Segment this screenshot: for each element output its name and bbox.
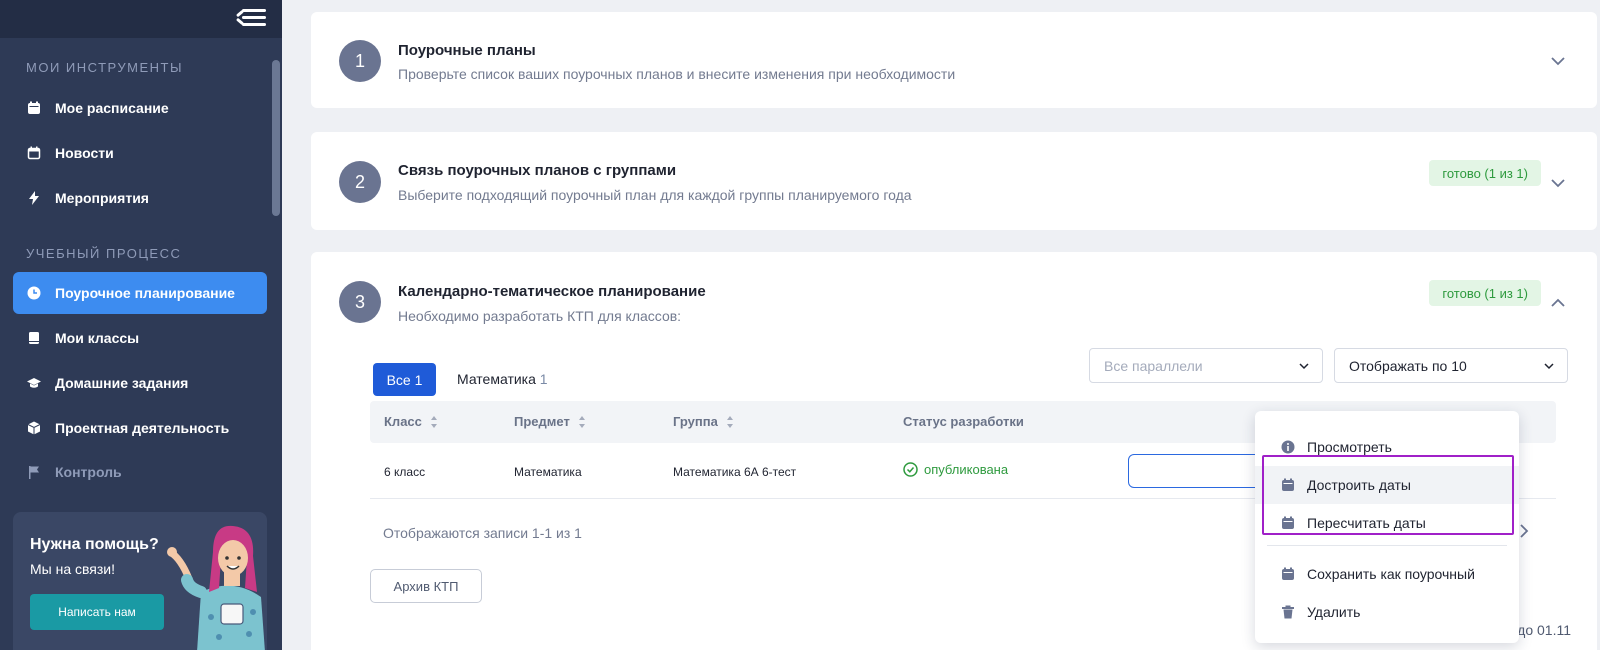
step-card-2: 2 Связь поурочных планов с группами Выбе… [311,132,1597,230]
column-header-label: Класс [384,414,422,429]
step-number: 2 [339,161,381,203]
info-icon [1281,440,1295,454]
trash-icon [1281,605,1295,619]
cell-subject: Математика [514,465,582,479]
menu-item-label: Просмотреть [1307,439,1392,455]
book-icon [27,331,41,345]
calendar-icon [1281,516,1295,530]
tab-math[interactable]: Математика 1 [457,371,548,387]
menu-item-label: Удалить [1307,604,1361,620]
step-card-1: 1 Поурочные планы Проверьте список ваших… [311,12,1597,108]
section-title-tools: МОИ ИНСТРУМЕНТЫ [26,60,184,75]
row-actions-menu: Просмотреть Достроить даты Пересчитать д… [1255,411,1519,643]
per-page-select[interactable]: Отображать по 10 [1334,348,1568,383]
column-header-label: Предмет [514,414,570,429]
chevron-down-icon [1299,363,1309,370]
step-number: 1 [339,40,381,82]
sidebar-item-label: Мои классы [55,330,140,346]
sidebar-scrollbar[interactable] [272,60,280,216]
graduation-cap-icon [27,376,41,390]
contact-us-button[interactable]: Написать нам [30,594,164,630]
archive-ktp-button[interactable]: Архив КТП [370,569,482,603]
help-title: Нужна помощь? [30,536,159,553]
chevron-up-icon[interactable] [1549,294,1567,312]
step-title: Связь поурочных планов с группами [398,162,677,179]
column-header-label: Группа [673,414,718,429]
collapse-menu-icon[interactable] [235,6,266,30]
chevron-down-icon[interactable] [1549,52,1567,70]
sidebar-item-lesson-planning[interactable]: Поурочное планирование [13,272,267,314]
sidebar-item-label: Поурочное планирование [55,285,235,301]
check-circle-icon [903,462,918,477]
menu-divider [1267,545,1507,546]
help-card: Нужна помощь? Мы на связи! Написать нам [13,512,267,650]
sidebar-item-homework[interactable]: Домашние задания [13,362,267,404]
calendar-icon [1281,567,1295,581]
tab-math-label: Математика [457,371,536,387]
menu-item-save-as-lesson[interactable]: Сохранить как поурочный [1255,555,1519,593]
menu-item-label: Сохранить как поурочный [1307,566,1475,582]
chevron-down-icon[interactable] [1549,174,1567,192]
lightning-icon [27,191,41,205]
chevron-down-icon [1544,363,1554,370]
calendar-outline-icon [27,146,41,160]
sort-icon [578,415,585,428]
step-subtitle: Проверьте список ваших поурочных планов … [398,66,956,82]
mascot-illustration [167,525,265,650]
step-subtitle: Необходимо разработать КТП для классов: [398,308,682,324]
sidebar-item-label: Новости [55,145,114,161]
column-header-subject[interactable]: Предмет [514,414,586,429]
sidebar-item-label: Мое расписание [55,100,169,116]
cell-status: опубликована [903,462,1008,477]
tab-all[interactable]: Все 1 [373,363,436,396]
sidebar-item-my-classes[interactable]: Мои классы [13,317,267,359]
status-badge: готово (1 из 1) [1429,160,1541,186]
per-page-select-value: Отображать по 10 [1349,357,1467,374]
menu-item-complete-dates[interactable]: Достроить даты [1255,466,1519,504]
step-subtitle: Выберите подходящий поурочный план для к… [398,187,912,203]
sidebar-header [0,0,282,38]
clock-icon [27,286,41,300]
deadline-text: до 01.11 [1517,622,1571,638]
menu-item-label: Достроить даты [1307,477,1411,493]
cube-icon [27,421,41,435]
column-header-class[interactable]: Класс [384,414,438,429]
sidebar: МОИ ИНСТРУМЕНТЫ Мое расписание Новости М… [0,0,282,650]
flag-icon [27,465,41,479]
status-badge: готово (1 из 1) [1429,280,1541,306]
status-label: опубликована [924,462,1009,477]
parallels-select[interactable]: Все параллели [1089,348,1323,383]
sort-icon [726,415,733,428]
tab-math-count: 1 [539,371,548,387]
menu-item-label: Пересчитать даты [1307,515,1426,531]
cell-group: Математика 6А 6-тест [673,465,797,479]
records-count: Отображаются записи 1-1 из 1 [383,525,582,541]
calendar-icon [27,101,41,115]
cell-class: 6 класс [384,465,426,479]
step-title: Поурочные планы [398,42,536,59]
sidebar-item-label: Проектная деятельность [55,420,230,436]
menu-item-view[interactable]: Просмотреть [1255,428,1519,466]
sidebar-item-label: Домашние задания [55,375,189,391]
sidebar-item-events[interactable]: Мероприятия [13,177,267,219]
sidebar-item-schedule[interactable]: Мое расписание [13,87,267,129]
sidebar-item-control[interactable]: Контроль [13,451,267,493]
step-number: 3 [339,281,381,323]
sidebar-item-label: Контроль [55,464,122,480]
menu-item-recalculate-dates[interactable]: Пересчитать даты [1255,504,1519,542]
sort-icon [430,415,437,428]
section-title-process: УЧЕБНЫЙ ПРОЦЕСС [26,246,182,261]
step-title: Календарно-тематическое планирование [398,283,706,300]
column-header-label: Статус разработки [903,414,1024,429]
help-subtitle: Мы на связи! [30,561,116,577]
sidebar-item-label: Мероприятия [55,190,149,206]
column-header-group[interactable]: Группа [673,414,734,429]
sidebar-item-news[interactable]: Новости [13,132,267,174]
column-header-status: Статус разработки [903,414,1024,429]
calendar-icon [1281,478,1295,492]
parallels-select-value: Все параллели [1104,357,1203,374]
menu-item-delete[interactable]: Удалить [1255,593,1519,631]
sidebar-item-projects[interactable]: Проектная деятельность [13,407,267,449]
